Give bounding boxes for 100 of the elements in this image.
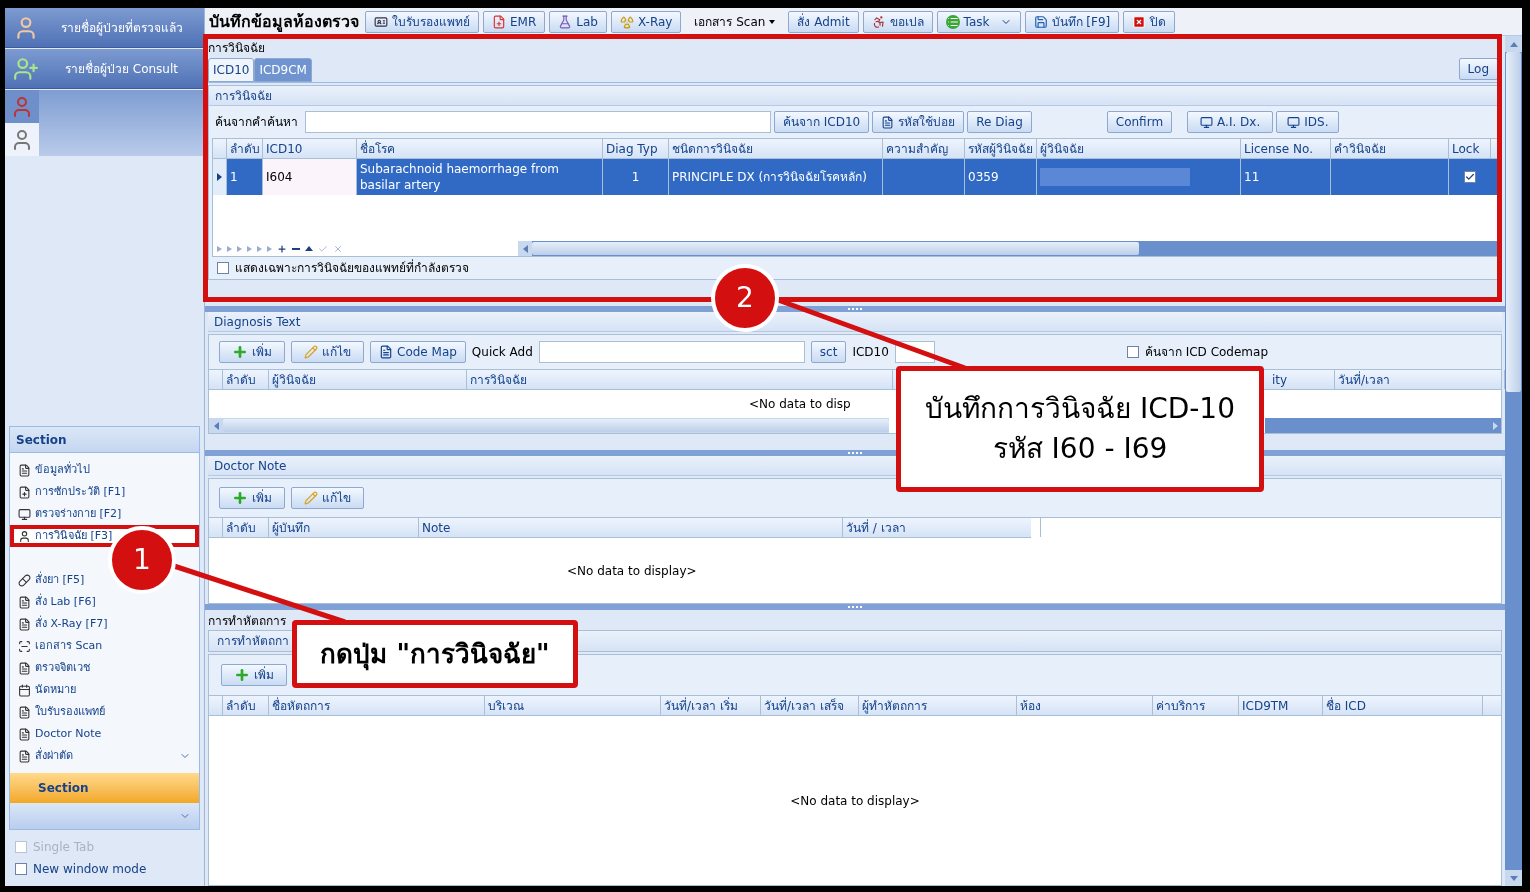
column-header[interactable]: ity: [1269, 370, 1335, 389]
section-item[interactable]: ตรวจร่างกาย [F2]: [10, 503, 199, 525]
patient-list-button[interactable]: รายชื่อผู้ป่วย Consult: [5, 49, 204, 89]
column-header[interactable]: วันที่/เวลา เสร็จ: [761, 696, 859, 715]
toolbar-button[interactable]: ขอเปล: [862, 10, 933, 33]
column-header[interactable]: ความสำคัญ: [883, 139, 965, 158]
column-header[interactable]: ลำดับ: [227, 139, 263, 158]
column-header[interactable]: ห้อง: [1017, 696, 1153, 715]
horizontal-scrollbar[interactable]: [209, 418, 889, 433]
log-button[interactable]: Log: [1458, 58, 1498, 80]
close-icon: [1132, 14, 1147, 29]
section-button[interactable]: Section: [10, 773, 199, 803]
column-header[interactable]: คำวินิจฉัย: [1331, 139, 1449, 158]
column-header[interactable]: วันที่ / เวลา: [843, 518, 1041, 537]
code-map-button[interactable]: Code Map: [370, 341, 466, 363]
edit-button[interactable]: แก้ไข: [291, 487, 364, 509]
pencil-icon: [304, 345, 318, 359]
column-header[interactable]: รหัสผู้วินิจฉัย: [965, 139, 1037, 158]
section-item[interactable]: สั่งผ่าตัด: [10, 745, 199, 767]
column-header[interactable]: วันที่/เวลา เริ่ม: [661, 696, 761, 715]
table-cell: PRINCIPLE DX (การวินิจฉัยโรคหลัก): [672, 169, 867, 185]
checkbox[interactable]: [1126, 346, 1139, 358]
section-item[interactable]: สั่ง X-Ray [F7]: [10, 613, 199, 635]
column-header[interactable]: ผู้วินิจฉัย: [269, 370, 467, 389]
edit-button[interactable]: แก้ไข: [291, 341, 364, 363]
frequent-codes-button[interactable]: รหัสใช้บ่อย: [872, 111, 965, 133]
callout-box: กดปุ่ม "การวินิจฉัย": [292, 620, 578, 688]
section-item[interactable]: Doctor Note: [10, 723, 199, 745]
panel-title: Diagnosis Text: [214, 313, 301, 331]
item-icon: [18, 463, 31, 477]
table-cell: 1: [230, 169, 238, 185]
diagnosis-row[interactable]: 1 I604 Subarachnoid haemorrhage from basilar artery 1 PRINCIPLE DX (การวินิจฉัยโรคหลัก) 0359 11: [213, 159, 1497, 195]
toolbar-button[interactable]: เอกสาร Scan: [685, 10, 785, 33]
toolbar-button[interactable]: Task: [936, 10, 1021, 33]
document-icon: [379, 345, 393, 359]
column-header[interactable]: Lock: [1449, 139, 1491, 158]
plus-icon: [232, 490, 248, 506]
section-title: การวินิจฉัย: [208, 40, 266, 57]
column-header[interactable]: ชนิดการวินิจฉัย: [669, 139, 883, 158]
column-header[interactable]: Note: [419, 518, 843, 537]
section-item[interactable]: การซักประวัติ [F1]: [10, 481, 199, 503]
column-header[interactable]: License No.: [1241, 139, 1331, 158]
item-icon: [18, 485, 31, 499]
vertical-scrollbar[interactable]: [1505, 36, 1522, 886]
section-item[interactable]: สั่ง Lab [F6]: [10, 591, 199, 613]
section-item[interactable]: ตรวจจิตเวช: [10, 657, 199, 679]
toolbar-button[interactable]: ใบรับรองแพทย์: [365, 10, 479, 33]
confirm-button[interactable]: Confirm: [1106, 111, 1173, 133]
checkbox[interactable]: [15, 863, 27, 875]
column-header[interactable]: ชื่อหัตถการ: [269, 696, 485, 715]
add-button[interactable]: เพิ่ม: [219, 487, 285, 509]
search-field[interactable]: [305, 111, 771, 133]
column-header[interactable]: ลำดับ: [223, 370, 269, 389]
column-header[interactable]: ผู้บันทึก: [269, 518, 419, 537]
column-header[interactable]: ICD9TM: [1239, 696, 1323, 715]
column-header[interactable]: ICD10: [263, 139, 357, 158]
tab[interactable]: ICD10: [208, 58, 255, 82]
item-icon: [18, 529, 31, 543]
column-header[interactable]: บริเวณ: [485, 696, 661, 715]
patient-list-button[interactable]: รายชื่อผู้ป่วยที่ตรวจแล้ว: [5, 8, 204, 48]
column-header[interactable]: ชื่อโรค: [357, 139, 603, 158]
search-button[interactable]: ค้นจาก ICD10: [774, 111, 870, 133]
section-item[interactable]: ใบรับรองแพทย์: [10, 701, 199, 723]
section-item[interactable]: ข้อมูลทั่วไป: [10, 459, 199, 481]
tab[interactable]: การทำหัตถกา: [217, 632, 289, 650]
scrollbar-track[interactable]: [1265, 418, 1501, 433]
add-button[interactable]: เพิ่ม: [221, 664, 287, 686]
toolbar-button[interactable]: X-Ray: [610, 10, 682, 33]
ids-button[interactable]: IDS.: [1276, 111, 1340, 133]
toolbar-button[interactable]: บันทึก [F9]: [1024, 10, 1120, 33]
panel-title: การวินิจฉัย: [215, 87, 272, 105]
column-header[interactable]: การวินิจฉัย: [467, 370, 893, 389]
column-header[interactable]: Diag Typ: [603, 139, 669, 158]
column-header[interactable]: ผู้ทำหัตถการ: [859, 696, 1017, 715]
item-icon: [18, 507, 31, 521]
horizontal-scrollbar[interactable]: [518, 241, 1497, 256]
column-header[interactable]: ผู้วินิจฉัย: [1037, 139, 1241, 158]
column-header[interactable]: ลำดับ: [223, 696, 269, 715]
item-icon: [18, 683, 31, 697]
section-item[interactable]: เอกสาร Scan: [10, 635, 199, 657]
column-header[interactable]: ลำดับ: [223, 518, 269, 537]
add-button[interactable]: เพิ่ม: [219, 341, 285, 363]
column-header[interactable]: ชื่อ ICD: [1323, 696, 1483, 715]
checkbox[interactable]: [217, 262, 229, 274]
toolbar-button[interactable]: ปิด: [1123, 10, 1176, 33]
toolbar-button[interactable]: สั่ง Admit: [788, 10, 859, 33]
section-title: การทำหัตถการ: [208, 613, 287, 630]
item-icon: [18, 639, 31, 653]
empty-message: <No data to display>: [567, 562, 697, 580]
checkbox[interactable]: [1464, 171, 1476, 183]
radiation-icon: [619, 14, 634, 29]
toolbar-button[interactable]: Lab: [549, 10, 607, 33]
toolbar-button[interactable]: EMR: [483, 10, 546, 33]
quick-add-field[interactable]: [538, 341, 805, 363]
column-header[interactable]: ค่าบริการ: [1153, 696, 1239, 715]
section-item[interactable]: นัดหมาย: [10, 679, 199, 701]
table-cell: I604: [266, 169, 293, 185]
sct-button[interactable]: sct: [810, 341, 847, 363]
ai-dx-button[interactable]: A.I. Dx.: [1187, 111, 1274, 133]
re-diag-button[interactable]: Re Diag: [967, 111, 1032, 133]
